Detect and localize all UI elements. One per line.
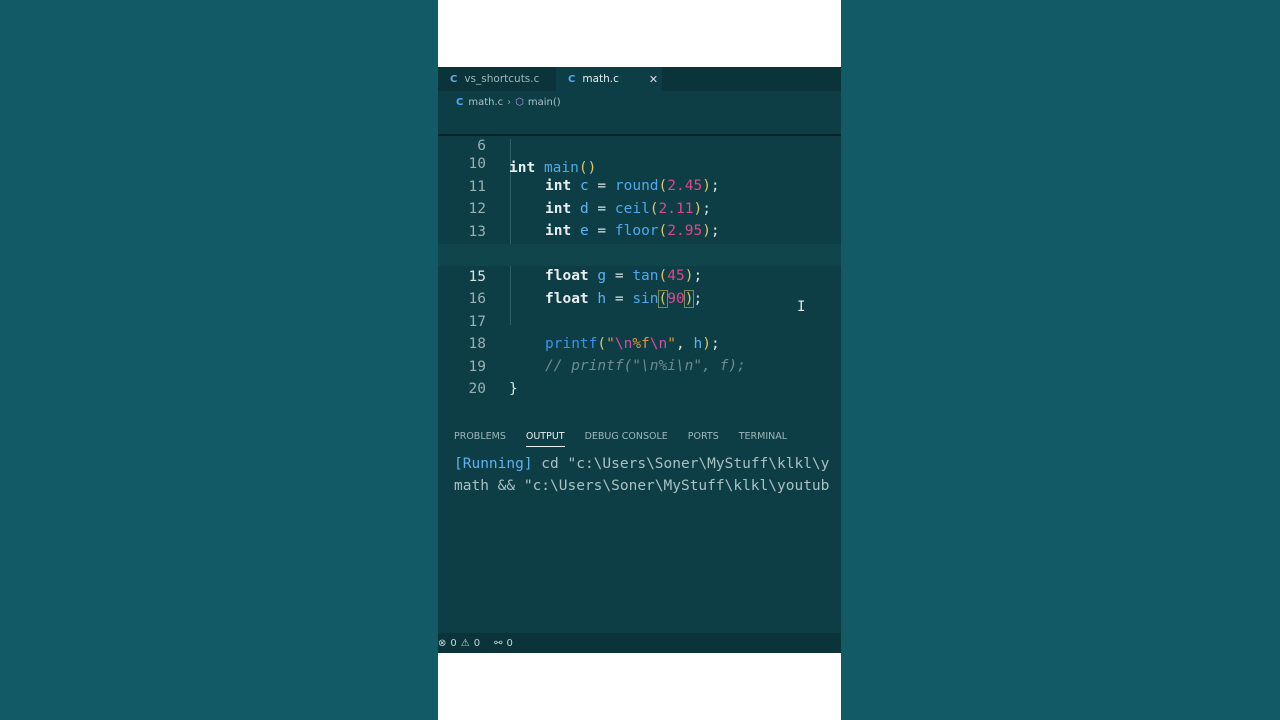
code-line[interactable]: 19 } [438, 334, 841, 397]
output-panel[interactable]: [Running] cd "c:\Users\Soner\MyStuff\klk… [454, 453, 841, 497]
code-text: } [509, 380, 518, 397]
code-line[interactable]: 13 float f = log(3); [438, 199, 841, 262]
method-cube-icon: ⬡ [515, 96, 524, 108]
tab-vs-shortcuts[interactable]: C vs_shortcuts.c [438, 67, 556, 91]
ports-count[interactable]: 0 [507, 638, 513, 649]
output-line: math && "c:\Users\Soner\MyStuff\klkl\you… [454, 478, 830, 494]
code-line[interactable]: 12 int e = floor(2.95); [438, 176, 841, 239]
panel-tab-output[interactable]: OUTPUT [525, 429, 565, 447]
code-line[interactable]: 17 printf("\n%f\n", h); [438, 289, 841, 352]
panel-tab-bar: PROBLEMS OUTPUT DEBUG CONSOLE PORTS TERM… [438, 429, 841, 447]
status-bar: ⊗ 0 ⚠ 0 ⚯ 0 [438, 633, 841, 653]
current-code-line[interactable]: 15 float h = sin(90); [438, 243, 841, 308]
error-icon[interactable]: ⊗ [438, 638, 446, 649]
vscode-editor: C vs_shortcuts.c C math.c ✕ C math.c › ⬡… [438, 67, 841, 653]
tab-label: math.c [582, 73, 619, 85]
code-line[interactable]: 16 [438, 266, 841, 307]
c-file-icon: C [456, 96, 464, 108]
chevron-right-icon: › [507, 96, 512, 108]
sticky-scroll-line[interactable]: 6 int main() [438, 113, 841, 176]
code-line[interactable]: 14 float g = tan(45); [438, 221, 841, 284]
error-count[interactable]: 0 [450, 638, 456, 649]
editor-tab-bar: C vs_shortcuts.c C math.c ✕ [438, 67, 841, 91]
tab-math[interactable]: C math.c ✕ [556, 67, 662, 91]
warning-icon[interactable]: ⚠ [461, 638, 470, 649]
warning-count[interactable]: 0 [474, 638, 480, 649]
text-cursor-ibeam-icon: I [797, 299, 806, 315]
close-icon[interactable]: ✕ [649, 73, 658, 86]
line-number: 20 [468, 381, 486, 397]
c-file-icon: C [568, 73, 576, 85]
breadcrumb-file[interactable]: math.c [468, 97, 503, 108]
panel-tab-debug-console[interactable]: DEBUG CONSOLE [585, 429, 668, 447]
ports-icon[interactable]: ⚯ [494, 638, 502, 649]
code-line[interactable]: 18 // printf("\n%i\n", f); [438, 311, 841, 374]
breadcrumb-symbol[interactable]: main() [528, 97, 561, 108]
code-area[interactable]: 6 int main() 10 int c = round(2.45); 11 … [438, 113, 841, 397]
breadcrumb: C math.c › ⬡ main() [438, 91, 841, 113]
video-frame: C vs_shortcuts.c C math.c ✕ C math.c › ⬡… [438, 0, 841, 720]
output-line: [Running] cd "c:\Users\Soner\MyStuff\klk… [454, 456, 830, 472]
line-number: 6 [477, 138, 486, 154]
panel-tab-ports[interactable]: PORTS [688, 429, 719, 447]
code-line[interactable]: 20 [438, 356, 841, 397]
c-file-icon: C [450, 73, 458, 85]
tab-label: vs_shortcuts.c [464, 73, 540, 85]
code-text: int main() [509, 160, 597, 176]
panel-tab-problems[interactable]: PROBLEMS [454, 429, 506, 447]
panel-tab-terminal[interactable]: TERMINAL [739, 429, 787, 447]
